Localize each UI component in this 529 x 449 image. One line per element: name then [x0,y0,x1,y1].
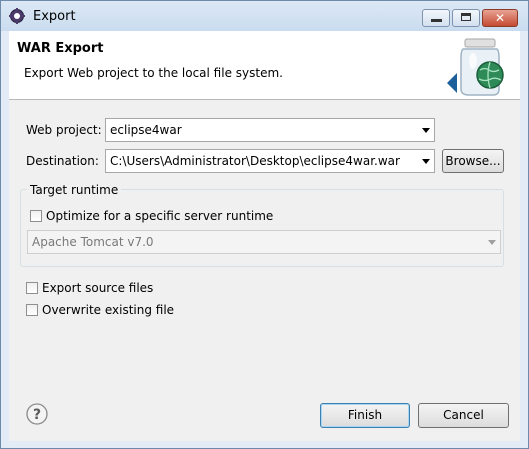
browse-button[interactable]: Browse... [442,149,504,173]
close-icon: ✕ [494,11,506,25]
cancel-button[interactable]: Cancel [418,403,509,428]
svg-text:?: ? [33,407,41,423]
export-source-checkbox[interactable] [26,282,38,294]
target-runtime-group-label: Target runtime [27,183,122,197]
finish-button[interactable]: Finish [320,403,410,428]
title-bar[interactable]: Export ✕ [1,1,528,31]
window-title: Export [33,9,76,24]
destination-value: C:\Users\Administrator\Desktop\eclipse4w… [110,154,400,168]
wizard-description: Export Web project to the local file sys… [24,66,283,80]
optimize-runtime-checkbox[interactable] [30,210,42,222]
maximize-icon [461,13,471,21]
overwrite-checkbox[interactable] [26,304,38,316]
web-project-combo[interactable]: eclipse4war [105,118,435,142]
minimize-icon [431,19,442,22]
chevron-down-icon [488,240,496,245]
wizard-banner: WAR Export Export Web project to the loc… [9,31,520,100]
web-project-label: Web project: [26,123,102,137]
optimize-runtime-label[interactable]: Optimize for a specific server runtime [46,209,273,223]
overwrite-label[interactable]: Overwrite existing file [42,303,174,317]
chevron-down-icon [422,128,430,133]
wizard-title: WAR Export [17,41,104,56]
dialog-content: WAR Export Export Web project to the loc… [9,31,520,441]
minimize-button[interactable] [422,9,450,27]
web-project-value: eclipse4war [110,123,182,137]
war-jar-globe-icon [447,38,504,96]
destination-combo[interactable]: C:\Users\Administrator\Desktop\eclipse4w… [105,149,435,173]
runtime-combo: Apache Tomcat v7.0 [27,230,501,254]
target-runtime-group [20,189,504,267]
close-button[interactable]: ✕ [482,9,518,27]
maximize-button[interactable] [452,9,480,27]
chevron-down-icon [422,159,430,164]
help-icon[interactable]: ? [26,403,48,425]
export-dialog: Export ✕ WAR Export Export Web project t… [0,0,529,449]
runtime-value: Apache Tomcat v7.0 [32,235,154,249]
export-source-label[interactable]: Export source files [42,281,153,295]
eclipse-gear-icon [9,8,25,24]
destination-label: Destination: [26,154,99,168]
